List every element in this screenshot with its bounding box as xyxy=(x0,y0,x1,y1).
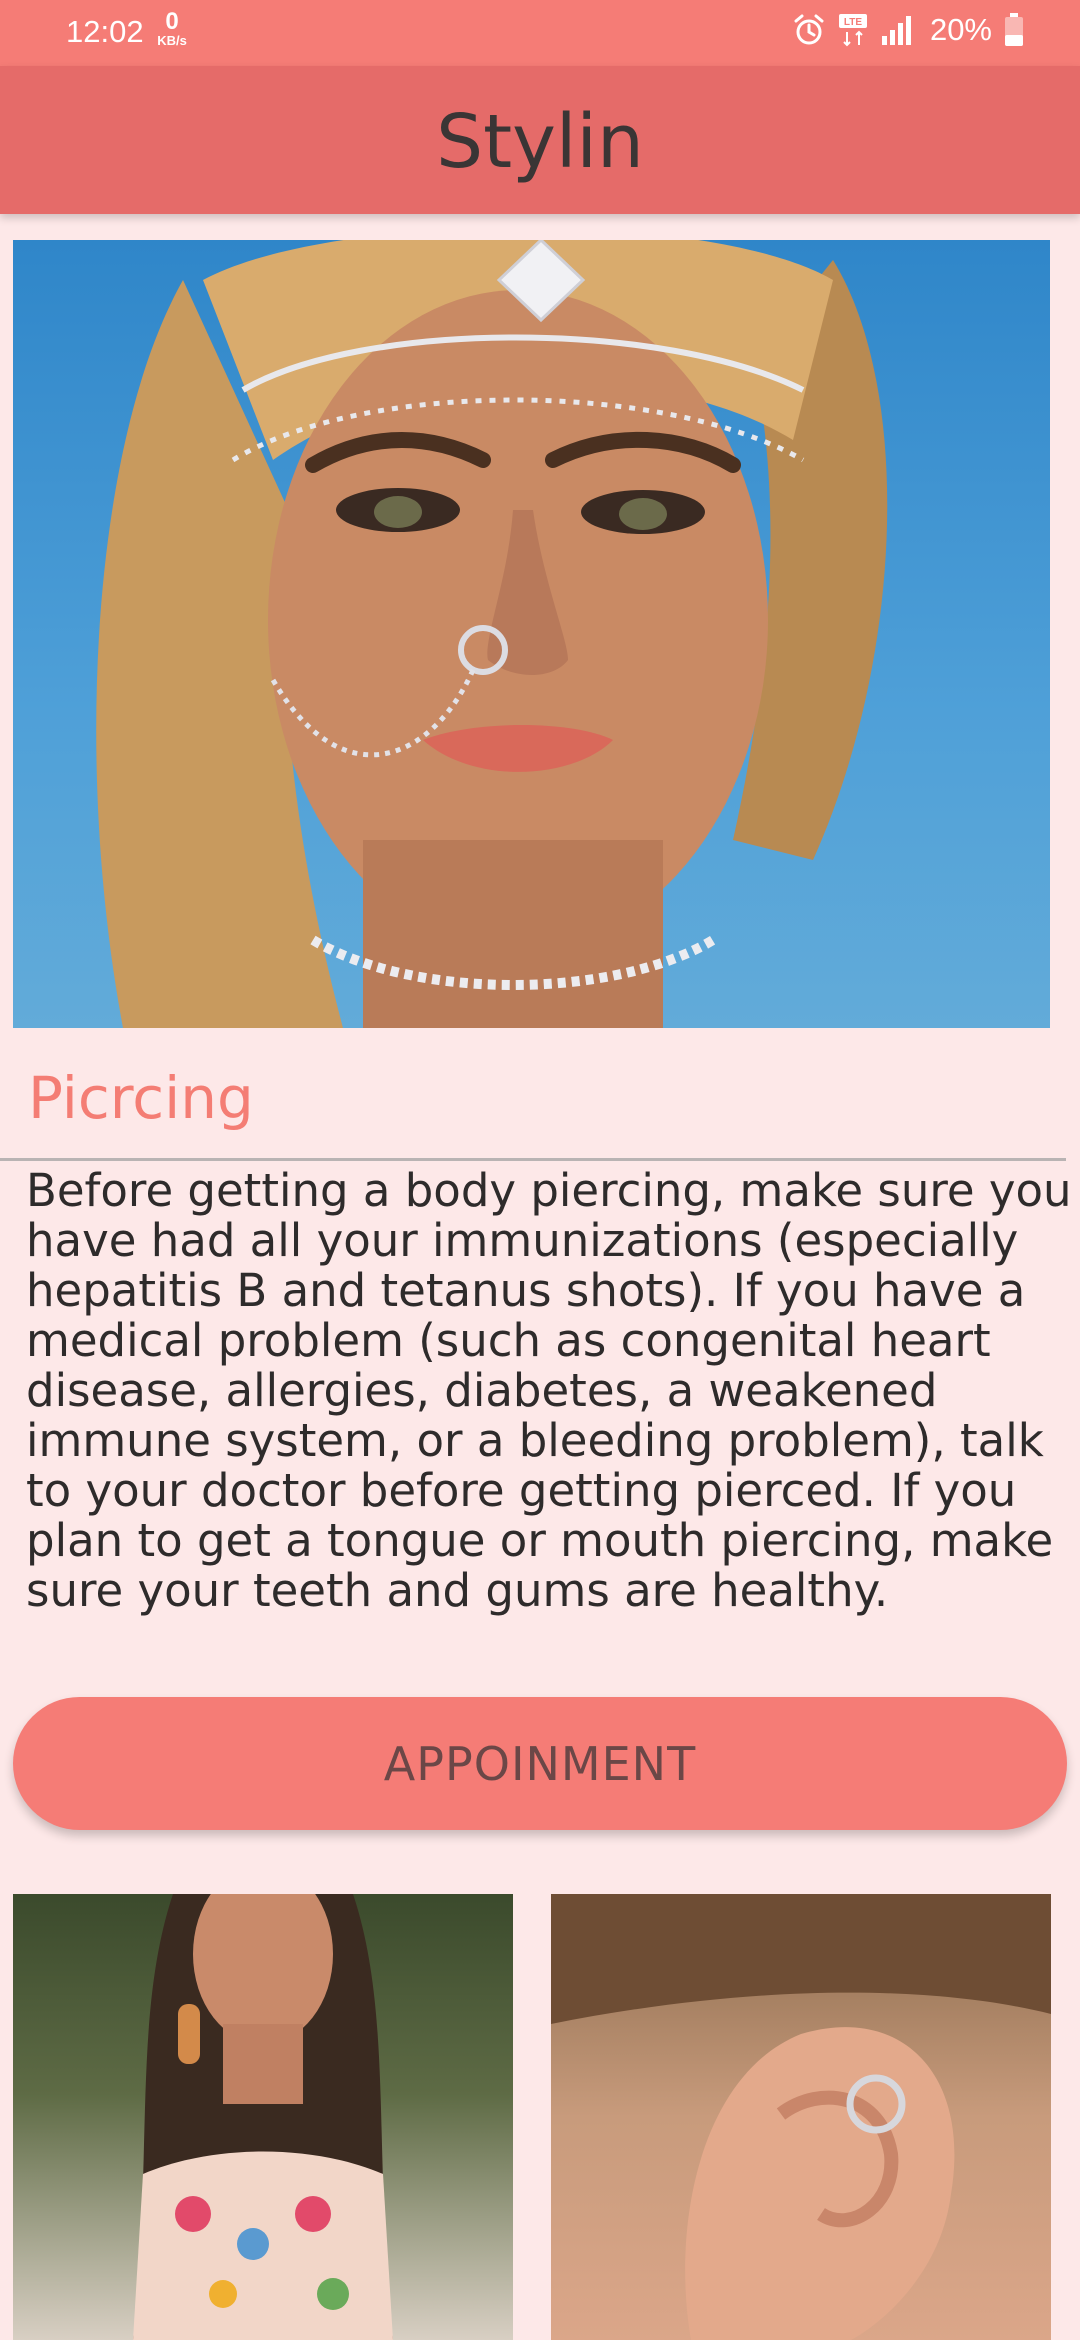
gallery-illustration-left xyxy=(133,1894,393,2340)
app-title: Stylin xyxy=(436,99,644,185)
network-speed-unit: KB/s xyxy=(157,33,187,48)
status-bar: 12:02 0 KB/s LTE 20% xyxy=(0,0,1080,66)
signal-icon xyxy=(880,14,916,46)
alarm-icon xyxy=(792,13,826,47)
divider xyxy=(0,1158,1066,1161)
hero-illustration xyxy=(96,240,888,1028)
hero-image xyxy=(13,240,1050,1028)
gallery-image-left[interactable] xyxy=(13,1894,513,2340)
description-text: Before getting a body piercing, make sur… xyxy=(26,1164,1072,1617)
network-speed-value: 0 xyxy=(165,8,179,35)
appointment-button[interactable]: APPOINMENT xyxy=(13,1697,1067,1830)
status-time: 12:02 xyxy=(66,14,144,49)
battery-percent: 20% xyxy=(929,12,992,47)
lte-icon: LTE xyxy=(838,12,868,48)
gallery-illustration-right xyxy=(551,1894,1051,2340)
status-icons: LTE 20% xyxy=(792,12,1024,48)
gallery-image-right[interactable] xyxy=(551,1894,1051,2340)
section-title: Picrcing xyxy=(28,1064,254,1132)
network-speed: 0 KB/s xyxy=(152,8,192,48)
svg-text:LTE: LTE xyxy=(844,17,862,28)
app-bar: Stylin xyxy=(0,66,1080,214)
appointment-button-label: APPOINMENT xyxy=(383,1736,697,1791)
battery-icon xyxy=(1004,13,1024,47)
